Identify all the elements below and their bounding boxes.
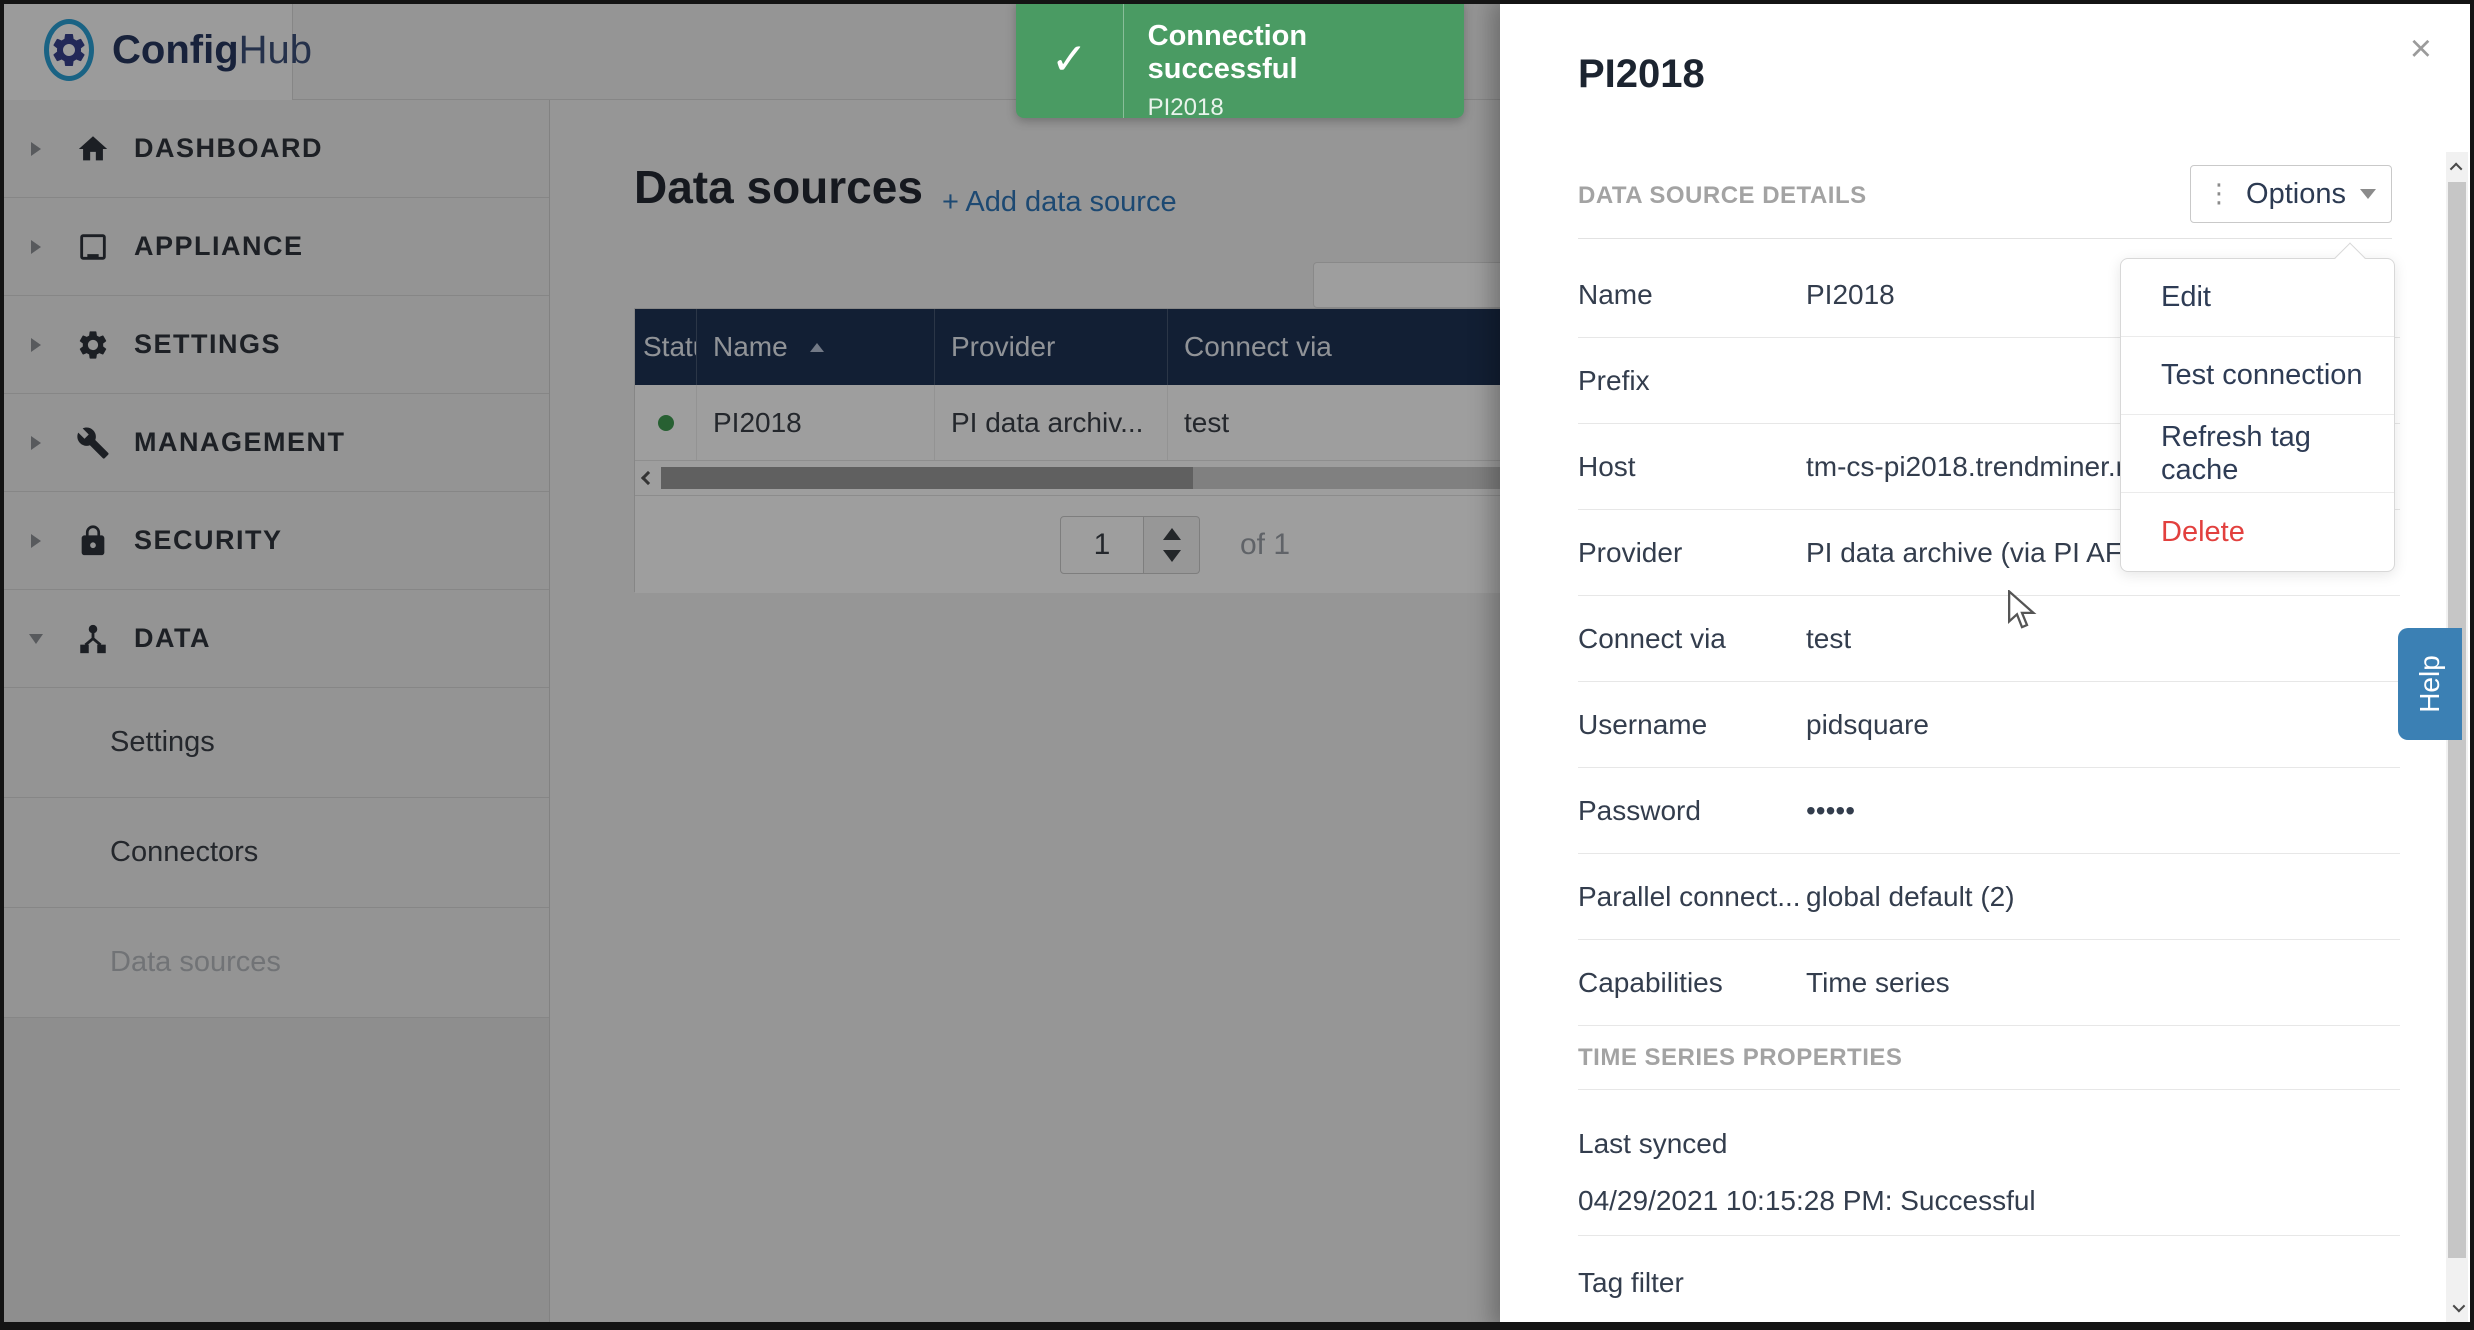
tag-filter-label: Tag filter <box>1578 1236 2400 1330</box>
field-label: Capabilities <box>1578 967 1806 999</box>
success-toast: ✓ Connection successful PI2018 <box>1016 0 1464 118</box>
options-button[interactable]: ⋮ Options <box>2190 165 2392 223</box>
menu-item-delete[interactable]: Delete <box>2121 493 2394 571</box>
check-icon: ✓ <box>1016 0 1124 118</box>
section-divider <box>1578 238 2392 239</box>
field-label: Prefix <box>1578 365 1806 397</box>
toast-title: Connection successful <box>1148 20 1464 86</box>
options-button-label: Options <box>2246 178 2346 211</box>
close-icon[interactable]: × <box>2410 30 2432 68</box>
help-tab[interactable]: Help <box>2398 628 2462 740</box>
section-header-details: DATA SOURCE DETAILS <box>1578 182 1867 210</box>
menu-item-refresh-tag-cache[interactable]: Refresh tag cache <box>2121 415 2394 493</box>
field-row-password: Password ••••• <box>1578 768 2400 854</box>
last-synced-label: Last synced <box>1578 1090 2400 1166</box>
field-value: test <box>1806 623 2400 655</box>
help-tab-label: Help <box>2414 655 2446 713</box>
field-label: Username <box>1578 709 1806 741</box>
field-label: Password <box>1578 795 1806 827</box>
menu-item-test-connection[interactable]: Test connection <box>2121 337 2394 415</box>
field-label: Parallel connect... <box>1578 881 1806 913</box>
scroll-up-icon[interactable] <box>2446 152 2468 182</box>
chevron-down-icon <box>2360 189 2376 199</box>
toast-body: Connection successful PI2018 <box>1124 0 1464 118</box>
last-synced-value: 04/29/2021 10:15:28 PM: Successful <box>1578 1166 2400 1236</box>
field-value: Time series <box>1806 967 2400 999</box>
panel-title: PI2018 <box>1578 52 1705 97</box>
field-label: Name <box>1578 279 1806 311</box>
data-source-detail-panel: PI2018 × DATA SOURCE DETAILS ⋮ Options N… <box>1500 0 2474 1330</box>
field-value: pidsquare <box>1806 709 2400 741</box>
field-value: global default (2) <box>1806 881 2400 913</box>
options-dropdown-menu: Edit Test connection Refresh tag cache D… <box>2120 258 2395 572</box>
field-label: Connect via <box>1578 623 1806 655</box>
section-header-timeseries: TIME SERIES PROPERTIES <box>1578 1026 2400 1090</box>
field-row-connect-via: Connect via test <box>1578 596 2400 682</box>
field-row-username: Username pidsquare <box>1578 682 2400 768</box>
field-row-capabilities: Capabilities Time series <box>1578 940 2400 1026</box>
kebab-icon: ⋮ <box>2206 181 2232 207</box>
field-label: Host <box>1578 451 1806 483</box>
field-value: ••••• <box>1806 795 2400 827</box>
field-row-parallel-connections: Parallel connect... global default (2) <box>1578 854 2400 940</box>
menu-item-edit[interactable]: Edit <box>2121 259 2394 337</box>
field-label: Provider <box>1578 537 1806 569</box>
scroll-down-icon[interactable] <box>2446 1292 2468 1322</box>
toast-subtitle: PI2018 <box>1148 94 1464 122</box>
